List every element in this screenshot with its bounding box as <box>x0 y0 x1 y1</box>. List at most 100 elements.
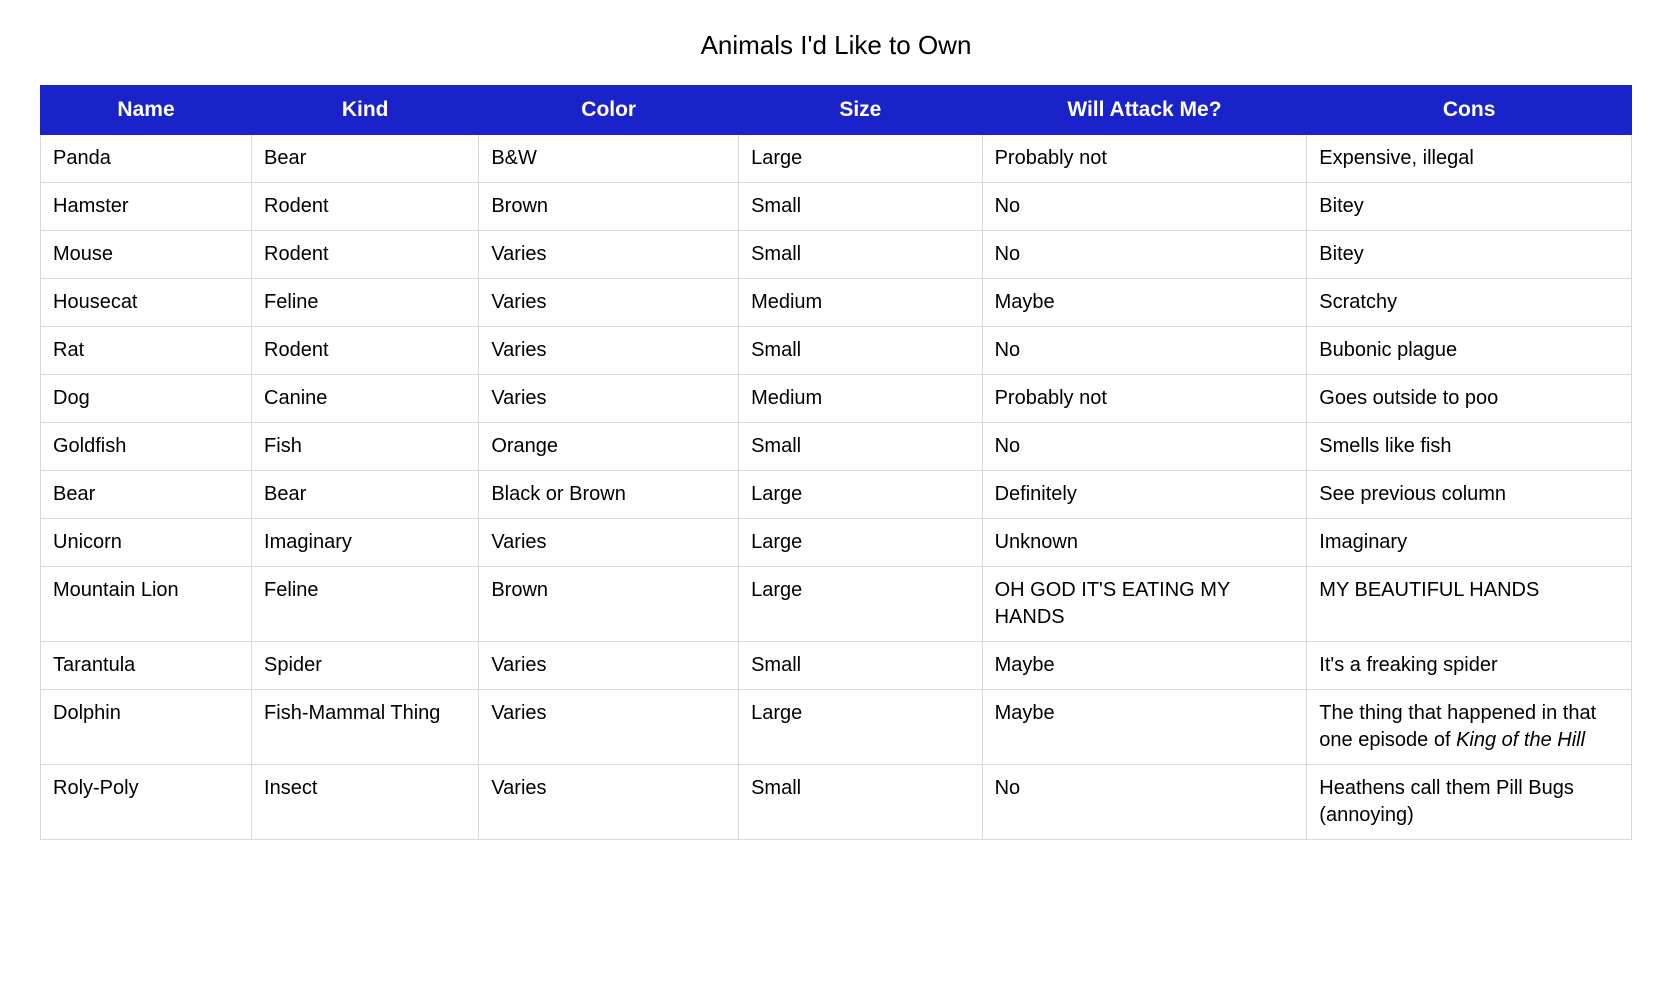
cell-color: Black or Brown <box>479 471 739 519</box>
cell-kind: Bear <box>252 471 479 519</box>
cell-size: Large <box>739 567 983 642</box>
cell-name: Panda <box>41 135 252 183</box>
col-header-name: Name <box>41 86 252 135</box>
table-row: Roly-PolyInsectVariesSmallNoHeathens cal… <box>41 765 1632 840</box>
cell-cons: Expensive, illegal <box>1307 135 1632 183</box>
cons-italic: King of the Hill <box>1456 729 1585 751</box>
cell-name: Rat <box>41 327 252 375</box>
cell-cons: Scratchy <box>1307 279 1632 327</box>
cell-size: Small <box>739 183 983 231</box>
cell-color: Varies <box>479 519 739 567</box>
cell-cons: Smells like fish <box>1307 423 1632 471</box>
cell-color: Varies <box>479 765 739 840</box>
cell-size: Large <box>739 471 983 519</box>
cell-kind: Fish-Mammal Thing <box>252 690 479 765</box>
cell-name: Mountain Lion <box>41 567 252 642</box>
cell-cons: Imaginary <box>1307 519 1632 567</box>
col-header-size: Size <box>739 86 983 135</box>
cell-size: Small <box>739 231 983 279</box>
cell-attack: No <box>982 231 1307 279</box>
cell-attack: No <box>982 327 1307 375</box>
cell-size: Small <box>739 642 983 690</box>
animals-table: Name Kind Color Size Will Attack Me? Con… <box>40 85 1632 840</box>
cell-name: Dog <box>41 375 252 423</box>
table-row: BearBearBlack or BrownLargeDefinitelySee… <box>41 471 1632 519</box>
cell-size: Small <box>739 423 983 471</box>
cell-color: Varies <box>479 375 739 423</box>
cell-cons: The thing that happened in that one epis… <box>1307 690 1632 765</box>
cell-name: Mouse <box>41 231 252 279</box>
cell-color: B&W <box>479 135 739 183</box>
table-row: HamsterRodentBrownSmallNoBitey <box>41 183 1632 231</box>
cell-name: Tarantula <box>41 642 252 690</box>
cell-cons: Goes outside to poo <box>1307 375 1632 423</box>
col-header-attack: Will Attack Me? <box>982 86 1307 135</box>
cell-size: Small <box>739 327 983 375</box>
cell-name: Hamster <box>41 183 252 231</box>
cell-kind: Feline <box>252 279 479 327</box>
cell-attack: Definitely <box>982 471 1307 519</box>
cell-size: Small <box>739 765 983 840</box>
cell-kind: Canine <box>252 375 479 423</box>
cell-attack: No <box>982 183 1307 231</box>
cell-color: Varies <box>479 327 739 375</box>
table-row: RatRodentVariesSmallNoBubonic plague <box>41 327 1632 375</box>
cell-kind: Imaginary <box>252 519 479 567</box>
cell-name: Roly-Poly <box>41 765 252 840</box>
cell-size: Large <box>739 519 983 567</box>
cell-color: Orange <box>479 423 739 471</box>
cell-name: Unicorn <box>41 519 252 567</box>
cell-cons: Bitey <box>1307 183 1632 231</box>
cell-attack: Probably not <box>982 375 1307 423</box>
table-row: HousecatFelineVariesMediumMaybeScratchy <box>41 279 1632 327</box>
cell-kind: Rodent <box>252 327 479 375</box>
cell-size: Large <box>739 135 983 183</box>
cell-attack: No <box>982 423 1307 471</box>
table-row: Mountain LionFelineBrownLargeOH GOD IT'S… <box>41 567 1632 642</box>
cell-attack: Maybe <box>982 642 1307 690</box>
cell-color: Varies <box>479 690 739 765</box>
cell-kind: Rodent <box>252 231 479 279</box>
cell-kind: Bear <box>252 135 479 183</box>
cell-name: Housecat <box>41 279 252 327</box>
table-row: DogCanineVariesMediumProbably notGoes ou… <box>41 375 1632 423</box>
col-header-color: Color <box>479 86 739 135</box>
table-row: UnicornImaginaryVariesLargeUnknownImagin… <box>41 519 1632 567</box>
cell-color: Brown <box>479 183 739 231</box>
table-row: PandaBearB&WLargeProbably notExpensive, … <box>41 135 1632 183</box>
cell-attack: OH GOD IT'S EATING MY HANDS <box>982 567 1307 642</box>
cell-cons: MY BEAUTIFUL HANDS <box>1307 567 1632 642</box>
page-title: Animals I'd Like to Own <box>40 30 1632 61</box>
cell-kind: Fish <box>252 423 479 471</box>
cell-attack: No <box>982 765 1307 840</box>
cell-size: Medium <box>739 279 983 327</box>
cell-cons: Bitey <box>1307 231 1632 279</box>
cell-size: Medium <box>739 375 983 423</box>
table-header-row: Name Kind Color Size Will Attack Me? Con… <box>41 86 1632 135</box>
col-header-kind: Kind <box>252 86 479 135</box>
cell-cons: Bubonic plague <box>1307 327 1632 375</box>
cell-name: Bear <box>41 471 252 519</box>
table-row: MouseRodentVariesSmallNoBitey <box>41 231 1632 279</box>
table-row: GoldfishFishOrangeSmallNoSmells like fis… <box>41 423 1632 471</box>
cell-kind: Insect <box>252 765 479 840</box>
cell-kind: Rodent <box>252 183 479 231</box>
col-header-cons: Cons <box>1307 86 1632 135</box>
cell-color: Varies <box>479 279 739 327</box>
cell-color: Brown <box>479 567 739 642</box>
cell-name: Goldfish <box>41 423 252 471</box>
cell-attack: Probably not <box>982 135 1307 183</box>
cell-size: Large <box>739 690 983 765</box>
cell-cons: See previous column <box>1307 471 1632 519</box>
cell-color: Varies <box>479 231 739 279</box>
cell-cons: Heathens call them Pill Bugs (annoying) <box>1307 765 1632 840</box>
table-row: TarantulaSpiderVariesSmallMaybeIt's a fr… <box>41 642 1632 690</box>
cell-attack: Maybe <box>982 690 1307 765</box>
cell-kind: Spider <box>252 642 479 690</box>
cell-cons: It's a freaking spider <box>1307 642 1632 690</box>
cell-attack: Maybe <box>982 279 1307 327</box>
cell-attack: Unknown <box>982 519 1307 567</box>
cell-color: Varies <box>479 642 739 690</box>
cell-kind: Feline <box>252 567 479 642</box>
cell-name: Dolphin <box>41 690 252 765</box>
